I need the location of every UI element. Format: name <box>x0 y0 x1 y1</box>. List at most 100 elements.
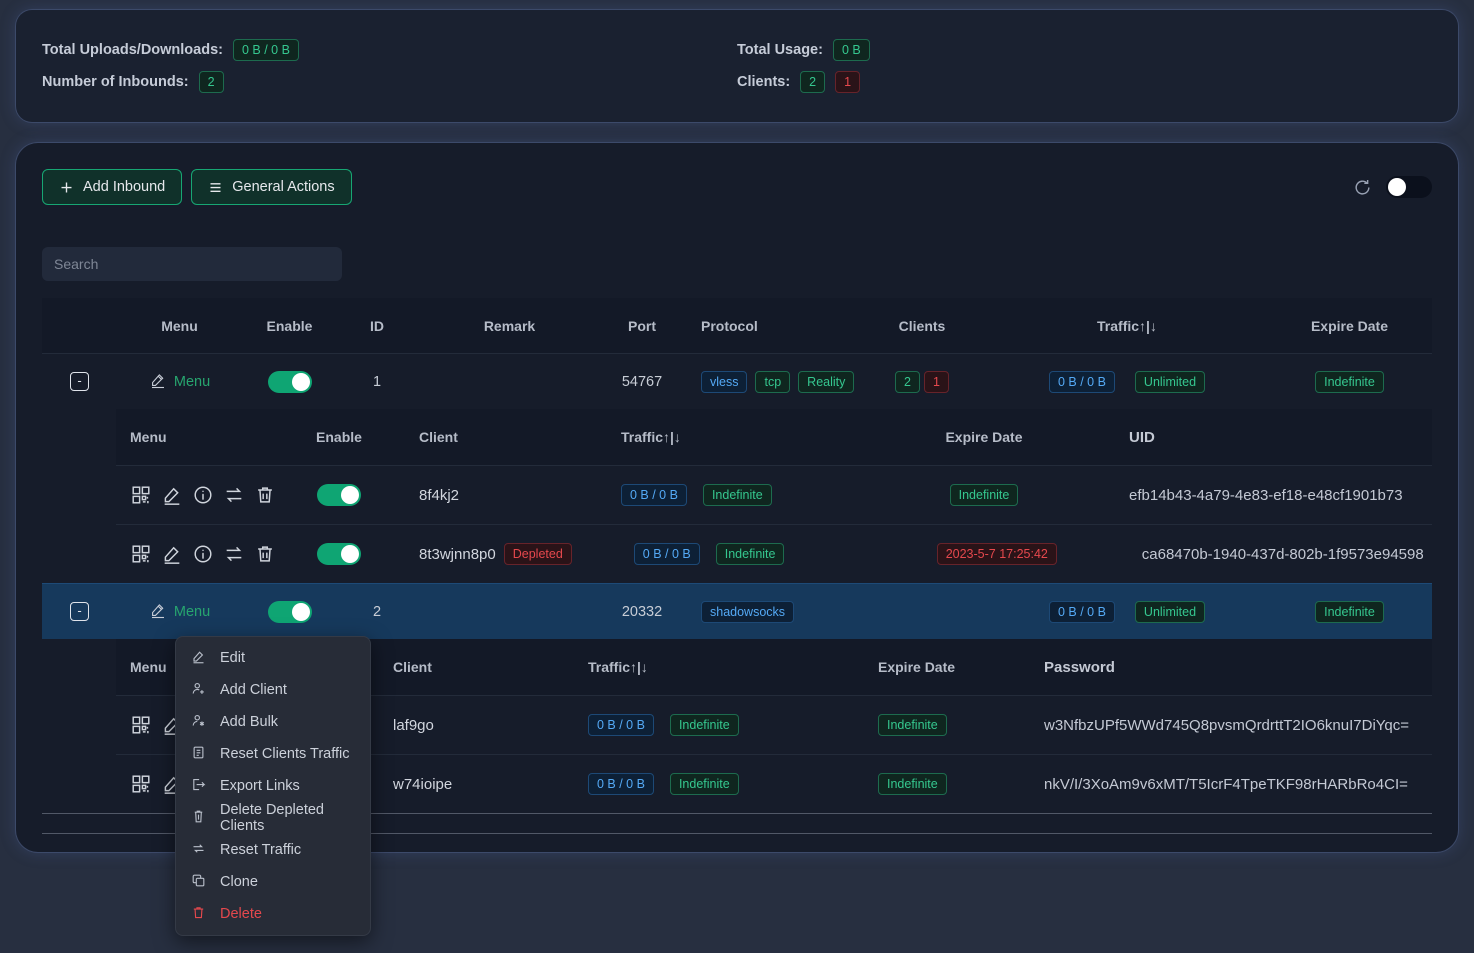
menu-item-label: Edit <box>220 650 245 666</box>
header-protocol: Protocol <box>682 318 857 334</box>
delete-client-icon[interactable] <box>254 484 276 506</box>
inbound-id: 2 <box>337 604 417 620</box>
delete-client-icon[interactable] <box>254 543 276 565</box>
qr-code-icon[interactable] <box>130 543 152 565</box>
header-password: Password <box>1024 659 1432 676</box>
client-name: w74ioipe <box>379 776 564 793</box>
menu-item-edit[interactable]: Edit <box>176 642 370 674</box>
depleted-badge: Depleted <box>504 543 572 565</box>
menu-item-reset-traffic[interactable]: Reset Traffic <box>176 834 370 866</box>
qr-code-icon[interactable] <box>130 484 152 506</box>
stat-clients-depleted: 1 <box>835 71 860 93</box>
menu-item-clone[interactable]: Clone <box>176 866 370 898</box>
client-password: nkV/I/3XoAm9v6xMT/T5IcrF4TpeTKF98rHARbRo… <box>1024 776 1432 793</box>
stat-total-usage: Total Usage: 0 B <box>737 39 1432 61</box>
traffic-badge: 0 B / 0 B <box>1049 601 1115 623</box>
header-expire-date: Expire Date <box>869 429 1099 445</box>
client-table-header: Menu Enable Client Traffic↑|↓ Expire Dat… <box>116 409 1432 465</box>
toggle-knob <box>341 545 359 563</box>
info-circle-icon[interactable] <box>192 543 214 565</box>
inbound-menu-button[interactable]: Menu <box>149 601 210 623</box>
edit-pencil-icon[interactable] <box>161 543 183 565</box>
client-password: w3NfbzUPf5WWd745Q8pvsmQrdrttT2IO6knuI7Di… <box>1024 717 1432 734</box>
inbound-port: 20332 <box>602 604 682 620</box>
menu-item-label: Delete <box>220 906 262 922</box>
traffic-limit-badge: Indefinite <box>703 484 772 506</box>
dark-mode-toggle[interactable] <box>1386 176 1432 198</box>
general-actions-button[interactable]: General Actions <box>191 169 351 205</box>
client-name: 8f4kj2 <box>379 487 559 504</box>
refresh-icon[interactable] <box>1353 178 1372 197</box>
stat-uploads-value: 0 B / 0 B <box>233 39 299 61</box>
menu-item-export-links[interactable]: Export Links <box>176 770 370 802</box>
menu-item-label: Clone <box>220 874 258 890</box>
traffic-limit-badge: Indefinite <box>716 543 785 565</box>
stat-uploads-label: Total Uploads/Downloads: <box>42 42 223 58</box>
inbound-enable-toggle[interactable] <box>268 601 312 623</box>
info-circle-icon[interactable] <box>192 484 214 506</box>
inbound-context-menu: Edit Add Client Add Bulk Reset Clients T… <box>175 636 371 936</box>
menu-item-label: Reset Clients Traffic <box>220 746 349 762</box>
header-expire-date: Expire Date <box>1267 318 1432 334</box>
expire-badge: Indefinite <box>1315 371 1384 393</box>
header-traffic-sort[interactable]: Traffic↑|↓ <box>559 429 869 445</box>
client-enable-toggle[interactable] <box>317 484 361 506</box>
protocol-tag: Reality <box>798 371 854 393</box>
menu-item-delete-depleted-clients[interactable]: Delete Depleted Clients <box>176 802 370 834</box>
expire-badge: Indefinite <box>1315 601 1384 623</box>
toggle-knob <box>1388 178 1406 196</box>
menu-item-reset-clients-traffic[interactable]: Reset Clients Traffic <box>176 738 370 770</box>
edit-pencil-icon[interactable] <box>161 484 183 506</box>
stat-clients-active: 2 <box>800 71 825 93</box>
header-client: Client <box>379 659 564 675</box>
traffic-badge: 0 B / 0 B <box>1049 371 1115 393</box>
file-reset-icon <box>191 745 206 764</box>
inbounds-table-header: Menu Enable ID Remark Port Protocol Clie… <box>42 298 1432 353</box>
header-client: Client <box>379 429 559 445</box>
reset-traffic-icon[interactable] <box>223 543 245 565</box>
reset-traffic-icon[interactable] <box>223 484 245 506</box>
traffic-limit-badge: Unlimited <box>1135 601 1205 623</box>
toggle-knob <box>292 603 310 621</box>
stat-inbounds-label: Number of Inbounds: <box>42 74 189 90</box>
inbound-menu-button[interactable]: Menu <box>149 371 210 393</box>
inbound-port: 54767 <box>602 374 682 390</box>
menu-item-add-client[interactable]: Add Client <box>176 674 370 706</box>
menu-item-delete[interactable]: Delete <box>176 898 370 930</box>
header-traffic-sort[interactable]: Traffic↑|↓ <box>564 659 854 675</box>
client-uid: ca68470b-1940-437d-802b-1f9573e94598 <box>1112 546 1432 563</box>
stats-panel: Total Uploads/Downloads: 0 B / 0 B Numbe… <box>16 10 1458 122</box>
copy-icon <box>191 873 206 892</box>
edit-pencil-icon <box>191 649 206 668</box>
stat-clients-label: Clients: <box>737 74 790 90</box>
search-input[interactable] <box>42 247 342 281</box>
protocol-tag: tcp <box>755 371 790 393</box>
stat-inbounds: Number of Inbounds: 2 <box>42 71 737 93</box>
collapse-row-button[interactable]: - <box>70 372 89 391</box>
collapse-row-button[interactable]: - <box>70 602 89 621</box>
traffic-limit-badge: Indefinite <box>670 714 739 736</box>
client-name: 8t3wjnn8p0 <box>419 546 496 563</box>
protocol-tag: shadowsocks <box>701 601 794 623</box>
inbound-row-2: - Menu 2 20332 shadowsocks 0 B <box>42 583 1432 639</box>
add-inbound-button[interactable]: Add Inbound <box>42 169 182 205</box>
trash-icon <box>191 905 206 924</box>
trash-sweep-icon <box>191 809 206 828</box>
qr-code-icon[interactable] <box>130 714 152 736</box>
traffic-badge: 0 B / 0 B <box>588 714 654 736</box>
client-row: 8t3wjnn8p0 Depleted 0 B / 0 B Indefinite… <box>116 524 1432 583</box>
qr-code-icon[interactable] <box>130 773 152 795</box>
stat-usage-value: 0 B <box>833 39 870 61</box>
header-menu: Menu <box>116 429 299 445</box>
header-expire-date: Expire Date <box>854 659 1024 675</box>
client-row: 8f4kj2 0 B / 0 B Indefinite Indefinite e… <box>116 465 1432 524</box>
header-menu: Menu <box>117 318 242 334</box>
client-enable-toggle[interactable] <box>317 543 361 565</box>
header-traffic-sort[interactable]: Traffic↑|↓ <box>987 318 1267 334</box>
menu-item-add-bulk[interactable]: Add Bulk <box>176 706 370 738</box>
inbound-enable-toggle[interactable] <box>268 371 312 393</box>
stat-uploads-downloads: Total Uploads/Downloads: 0 B / 0 B <box>42 39 737 61</box>
header-remark: Remark <box>417 318 602 334</box>
plus-icon <box>59 180 74 195</box>
inbound-row-1: - Menu 1 54767 vless tcp Reality <box>42 353 1432 409</box>
